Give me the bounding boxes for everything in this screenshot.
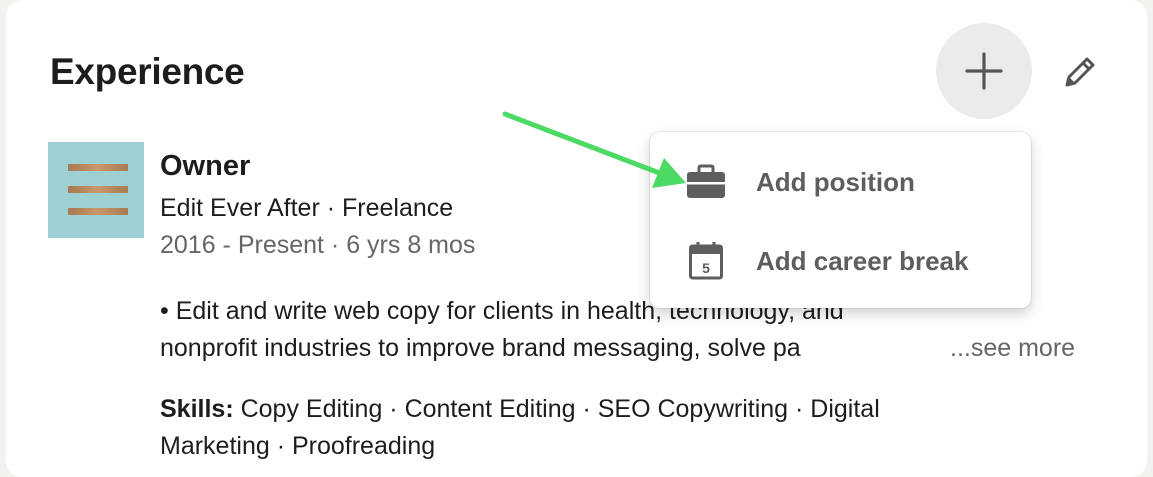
logo-stripe — [68, 164, 128, 171]
company-logo[interactable] — [48, 142, 144, 238]
calendar-day-text: 5 — [702, 260, 710, 276]
logo-stripe — [68, 186, 128, 193]
menu-item-label: Add position — [756, 166, 915, 197]
skills-label: Skills: — [160, 395, 234, 423]
company-name: Edit Ever After · Freelance — [160, 194, 454, 222]
see-more-link[interactable]: ...see more — [950, 330, 1075, 367]
add-menu-dropdown: Add position 5 Add career break — [650, 132, 1031, 308]
menu-item-add-career-break[interactable]: 5 Add career break — [650, 225, 1031, 297]
skills-list: Skills: Copy Editing · Content Editing ·… — [160, 391, 1060, 465]
edit-experience-button[interactable] — [1056, 48, 1104, 96]
job-title: Owner — [160, 150, 251, 182]
briefcase-icon — [686, 162, 726, 202]
skills-line: Marketing · Proofreading — [160, 432, 436, 460]
pencil-icon — [1065, 57, 1095, 87]
skills-values: Copy Editing · Content Editing · SEO Cop… — [233, 395, 880, 423]
skills-line: Skills: Copy Editing · Content Editing ·… — [160, 391, 1060, 428]
experience-card: Experience Owner Edit Ever After · Freel… — [6, 0, 1147, 477]
description-line: nonprofit industries to improve brand me… — [160, 334, 801, 362]
calendar-icon: 5 — [686, 241, 726, 281]
plus-icon — [965, 52, 1003, 90]
section-title: Experience — [50, 51, 245, 92]
employment-dates: 2016 - Present · 6 yrs 8 mos — [160, 231, 476, 259]
logo-stripe — [68, 208, 128, 215]
add-experience-button[interactable] — [936, 23, 1032, 119]
menu-item-label: Add career break — [756, 245, 969, 276]
menu-item-add-position[interactable]: Add position — [650, 146, 1031, 218]
